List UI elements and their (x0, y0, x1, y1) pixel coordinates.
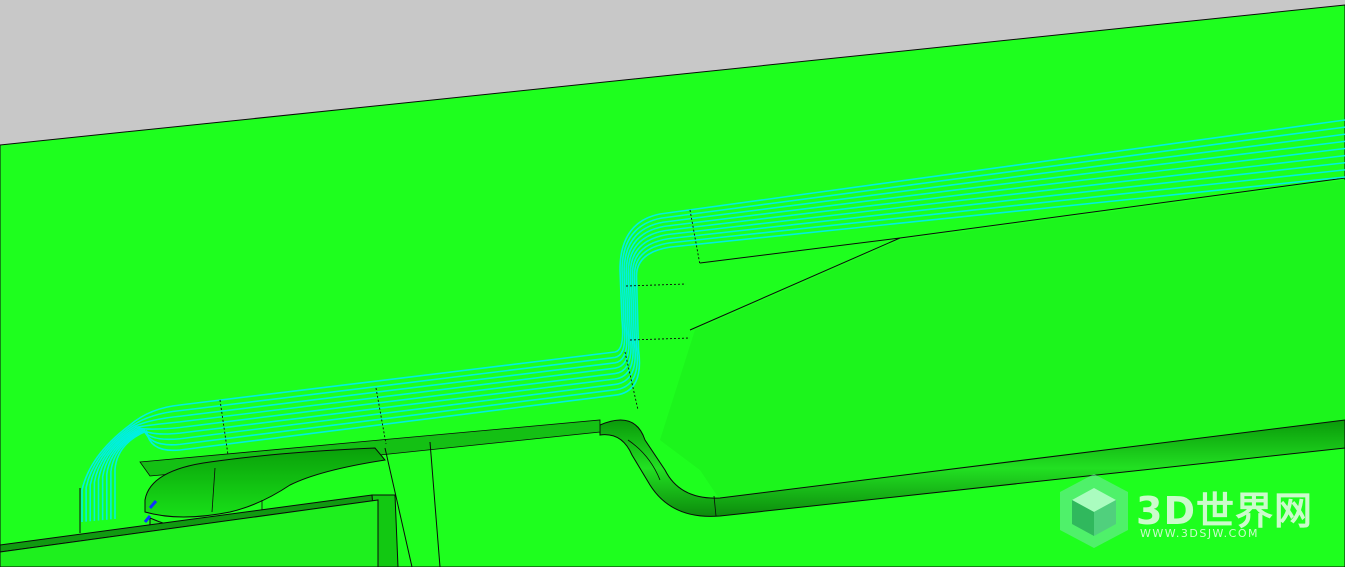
cad-viewport[interactable]: 3D世界网 WWW.3DSJW.COM (0, 0, 1345, 567)
part-3d-view[interactable] (0, 0, 1345, 567)
